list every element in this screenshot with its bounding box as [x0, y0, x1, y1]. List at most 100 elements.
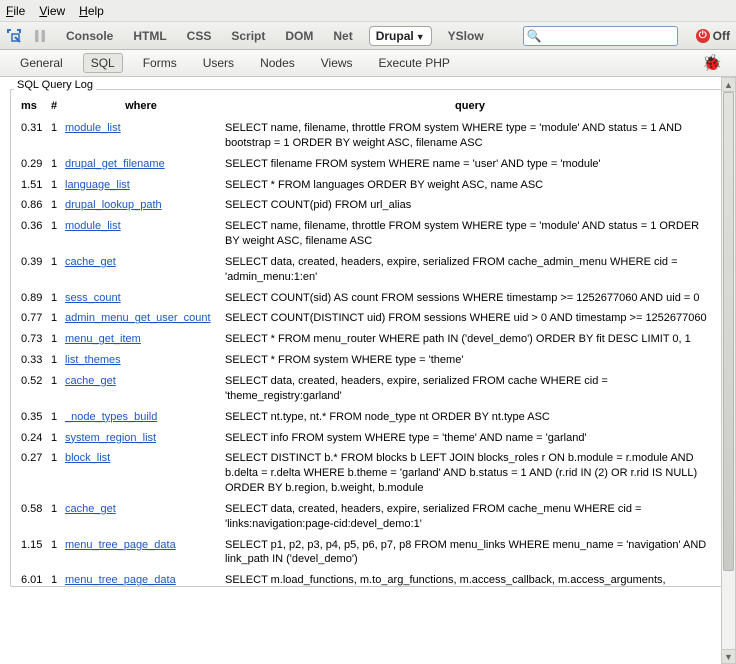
cell-ms: 0.89	[17, 288, 47, 309]
scroll-track[interactable]	[721, 92, 736, 649]
cell-query: SELECT nt.type, nt.* FROM node_type nt O…	[221, 407, 719, 428]
where-link[interactable]: cache_get	[65, 256, 116, 268]
cell-where: menu_get_item	[61, 329, 221, 350]
cell-where: module_list	[61, 118, 221, 154]
cell-where: block_list	[61, 448, 221, 499]
where-link[interactable]: cache_get	[65, 375, 116, 387]
cell-where: menu_tree_page_data	[61, 535, 221, 571]
subtab-nodes[interactable]: Nodes	[254, 53, 301, 73]
where-link[interactable]: _node_types_build	[65, 411, 157, 423]
chevron-down-icon: ▼	[416, 32, 425, 42]
cell-query: SELECT COUNT(sid) AS count FROM sessions…	[221, 288, 719, 309]
cell-where: module_list	[61, 216, 221, 252]
where-link[interactable]: module_list	[65, 220, 121, 232]
cell-where: cache_get	[61, 499, 221, 535]
table-row: 0.331list_themesSELECT * FROM system WHE…	[17, 350, 719, 371]
where-link[interactable]: menu_tree_page_data	[65, 574, 176, 586]
cell-where: drupal_lookup_path	[61, 195, 221, 216]
subtab-users[interactable]: Users	[197, 53, 240, 73]
where-link[interactable]: menu_get_item	[65, 333, 141, 345]
cell-query: SELECT COUNT(pid) FROM url_alias	[221, 195, 719, 216]
subtab-sql[interactable]: SQL	[83, 53, 123, 73]
where-link[interactable]: drupal_lookup_path	[65, 199, 162, 211]
subtab-forms[interactable]: Forms	[137, 53, 183, 73]
table-row: 0.731menu_get_itemSELECT * FROM menu_rou…	[17, 329, 719, 350]
where-link[interactable]: system_region_list	[65, 432, 156, 444]
where-link[interactable]: drupal_get_filename	[65, 158, 165, 170]
cell-count: 1	[47, 216, 61, 252]
table-row: 0.271block_listSELECT DISTINCT b.* FROM …	[17, 448, 719, 499]
cell-ms: 0.52	[17, 371, 47, 407]
cell-ms: 0.77	[17, 308, 47, 329]
table-row: 0.241system_region_listSELECT info FROM …	[17, 428, 719, 449]
cell-where: menu_tree_page_data	[61, 570, 221, 587]
where-link[interactable]: admin_menu_get_user_count	[65, 312, 211, 324]
table-row: 0.521cache_getSELECT data, created, head…	[17, 371, 719, 407]
cell-query: SELECT DISTINCT b.* FROM blocks b LEFT J…	[221, 448, 719, 499]
cell-ms: 0.35	[17, 407, 47, 428]
menu-view[interactable]: View	[39, 4, 65, 18]
where-link[interactable]: sess_count	[65, 292, 121, 304]
search-input[interactable]	[545, 30, 674, 42]
cell-where: drupal_get_filename	[61, 154, 221, 175]
cell-ms: 0.29	[17, 154, 47, 175]
tab-script[interactable]: Script	[227, 26, 269, 46]
cell-query: SELECT * FROM system WHERE type = 'theme…	[221, 350, 719, 371]
subtab-execphp[interactable]: Execute PHP	[373, 53, 456, 73]
table-row: 0.861drupal_lookup_pathSELECT COUNT(pid)…	[17, 195, 719, 216]
search-input-wrap[interactable]: 🔍	[523, 26, 678, 46]
cell-count: 1	[47, 118, 61, 154]
header-where[interactable]: where	[61, 98, 221, 118]
where-link[interactable]: module_list	[65, 122, 121, 134]
cell-ms: 0.36	[17, 216, 47, 252]
subtab-general[interactable]: General	[14, 53, 69, 73]
where-link[interactable]: menu_tree_page_data	[65, 539, 176, 551]
subtab-views[interactable]: Views	[315, 53, 359, 73]
table-row: 1.151menu_tree_page_dataSELECT p1, p2, p…	[17, 535, 719, 571]
cell-count: 1	[47, 407, 61, 428]
header-ms[interactable]: ms	[17, 98, 47, 118]
drupal-subtabs: General SQL Forms Users Nodes Views Exec…	[0, 50, 736, 77]
cell-ms: 0.24	[17, 428, 47, 449]
cell-ms: 0.39	[17, 252, 47, 288]
where-link[interactable]: cache_get	[65, 503, 116, 515]
firebug-toolbar: Console HTML CSS Script DOM Net Drupal▼ …	[0, 22, 736, 50]
inspect-icon[interactable]	[6, 28, 22, 44]
cell-query: SELECT p1, p2, p3, p4, p5, p6, p7, p8 FR…	[221, 535, 719, 571]
cell-ms: 1.51	[17, 175, 47, 196]
tab-css[interactable]: CSS	[183, 26, 216, 46]
cell-where: cache_get	[61, 371, 221, 407]
cell-ms: 0.27	[17, 448, 47, 499]
cell-where: language_list	[61, 175, 221, 196]
scroll-thumb[interactable]	[723, 92, 734, 571]
cell-ms: 0.86	[17, 195, 47, 216]
cell-query: SELECT data, created, headers, expire, s…	[221, 252, 719, 288]
cell-count: 1	[47, 570, 61, 587]
where-link[interactable]: list_themes	[65, 354, 121, 366]
cell-count: 1	[47, 329, 61, 350]
cell-query: SELECT filename FROM system WHERE name =…	[221, 154, 719, 175]
tab-yslow[interactable]: YSlow	[444, 26, 488, 46]
where-link[interactable]: block_list	[65, 452, 110, 464]
scroll-up-icon[interactable]: ▲	[721, 77, 736, 92]
cell-count: 1	[47, 154, 61, 175]
table-row: 6.011menu_tree_page_dataSELECT m.load_fu…	[17, 570, 719, 587]
where-link[interactable]: language_list	[65, 179, 130, 191]
header-query[interactable]: query	[221, 98, 719, 118]
cell-query: SELECT * FROM languages ORDER BY weight …	[221, 175, 719, 196]
tab-html[interactable]: HTML	[129, 26, 170, 46]
scroll-down-icon[interactable]: ▼	[721, 649, 736, 664]
cell-count: 1	[47, 252, 61, 288]
tab-dom[interactable]: DOM	[281, 26, 317, 46]
vertical-scrollbar[interactable]: ▲ ▼	[721, 77, 736, 664]
tab-net[interactable]: Net	[329, 26, 356, 46]
tab-drupal[interactable]: Drupal▼	[369, 26, 432, 46]
header-hash[interactable]: #	[47, 98, 61, 118]
off-button[interactable]: ⏻ Off	[696, 29, 730, 43]
table-row: 0.351 _node_types_build SELECT nt.type, nt…	[17, 407, 719, 428]
menu-help[interactable]: Help	[79, 4, 104, 18]
menu-file[interactable]: File	[6, 4, 25, 18]
firebug-bug-icon[interactable]: 🐞	[702, 53, 722, 73]
tab-console[interactable]: Console	[62, 26, 117, 46]
pause-icon[interactable]	[32, 28, 48, 44]
